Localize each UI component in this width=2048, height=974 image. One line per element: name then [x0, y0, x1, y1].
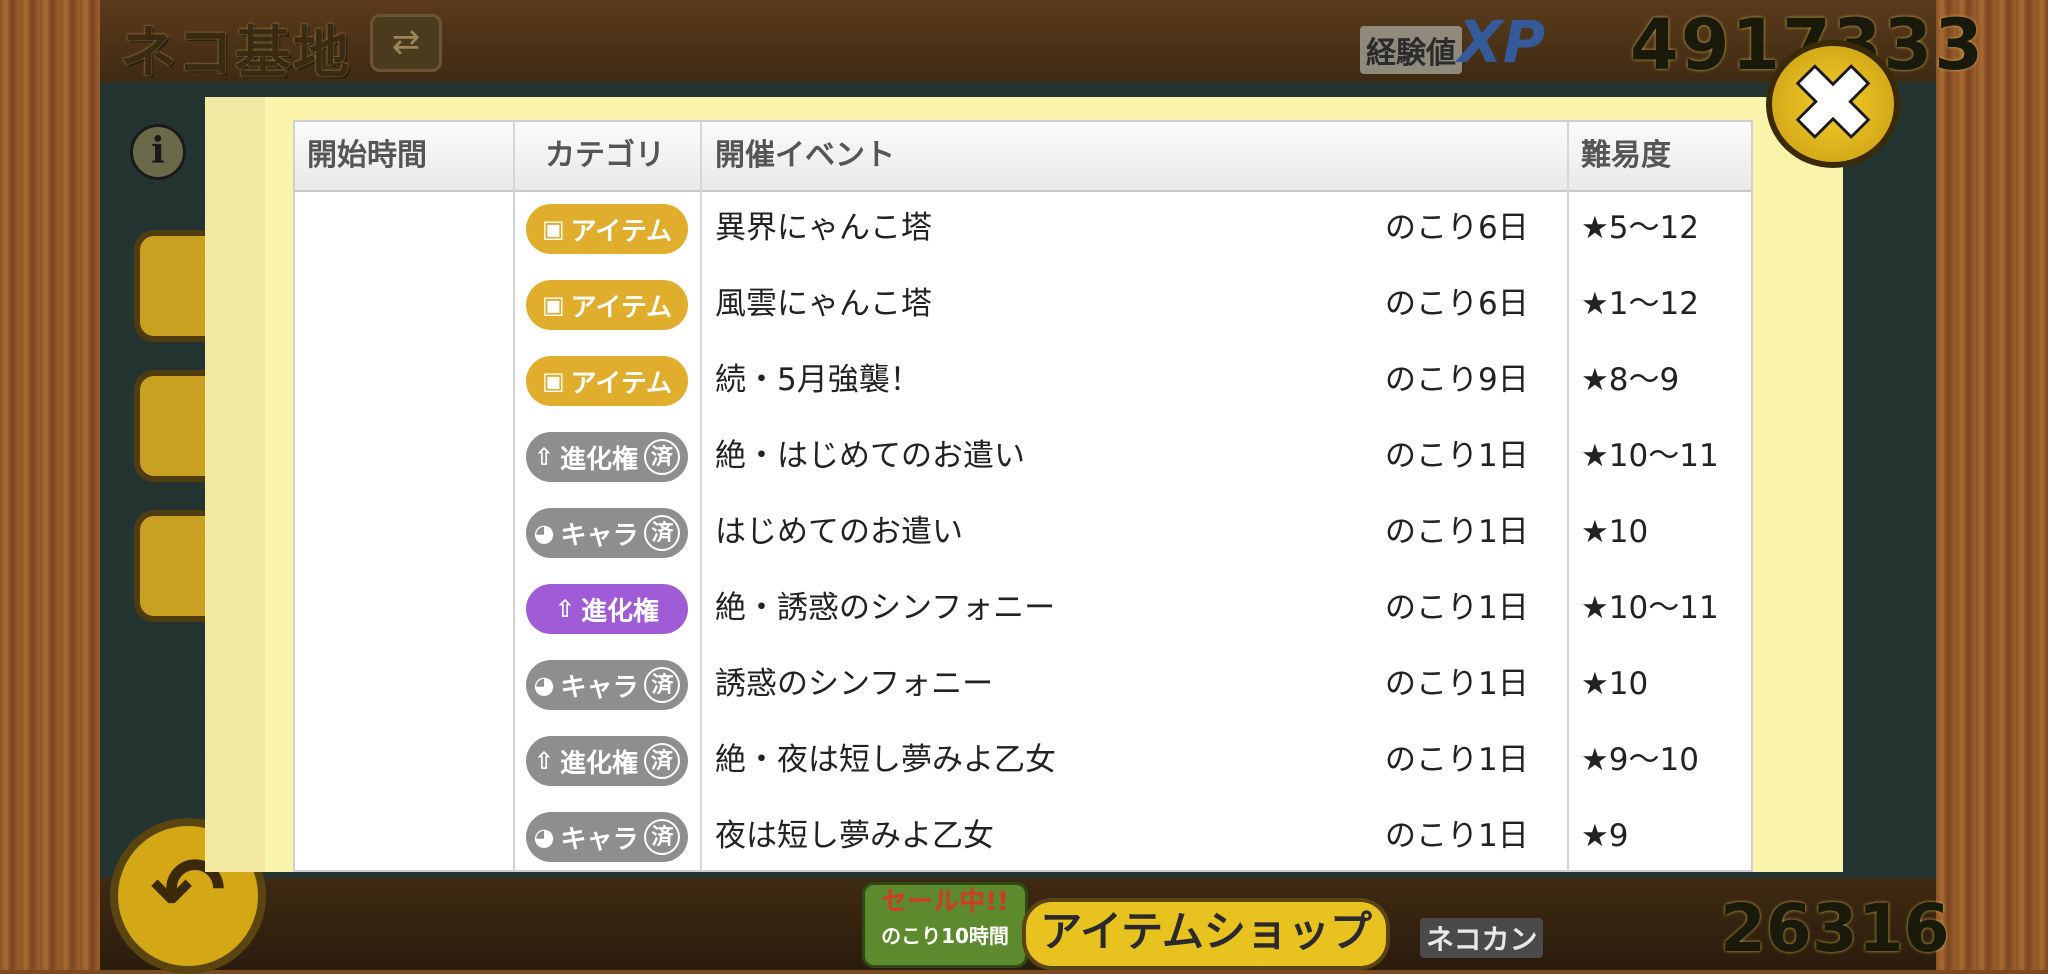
- done-mark-icon: 済: [644, 515, 681, 551]
- event-difficulty: ★5〜12: [1581, 210, 1699, 246]
- category-badge-item: ▣ アイテム: [526, 280, 688, 330]
- wood-frame-right: [1936, 0, 2048, 970]
- category-label: キャラ: [560, 672, 639, 703]
- event-name: 絶・誘惑のシンフォニー: [715, 590, 1056, 626]
- sale-badge: セール中!! のこり10時間: [862, 882, 1028, 968]
- category-badge-evolve: ⇧ 進化権済: [526, 432, 688, 482]
- sale-remaining: のこり10時間: [881, 924, 1009, 948]
- event-name: 誘惑のシンフォニー: [715, 666, 994, 702]
- close-icon: ✖: [1791, 45, 1875, 162]
- header-category: カテゴリ: [545, 138, 665, 173]
- category-label: アイテム: [570, 292, 673, 323]
- done-mark-icon: 済: [644, 439, 681, 475]
- event-difficulty: ★10〜11: [1581, 438, 1719, 474]
- event-remaining: のこり1日: [1385, 514, 1529, 550]
- category-badge-chara: ◕ キャラ済: [526, 812, 688, 862]
- event-remaining: のこり1日: [1385, 742, 1529, 778]
- event-remaining: のこり6日: [1385, 210, 1529, 246]
- table-row[interactable]: ⇧ 進化権 絶・誘惑のシンフォニー のこり1日 ★10〜11: [295, 570, 1751, 646]
- evolve-icon: ⇧: [554, 595, 576, 623]
- event-name: 続・5月強襲！: [715, 362, 921, 398]
- category-label: 進化権: [560, 444, 639, 475]
- page-title: ネコ基地: [120, 21, 351, 86]
- wood-frame-left: [0, 0, 100, 970]
- category-label: キャラ: [560, 520, 639, 551]
- xp-label: 経験値: [1360, 26, 1462, 74]
- event-name: はじめてのお遣い: [715, 514, 963, 550]
- modal-left-band: [205, 97, 265, 872]
- table-row[interactable]: ▣ アイテム 異界にゃんこ塔 のこり6日 ★5〜12: [295, 190, 1751, 266]
- event-remaining: のこり1日: [1385, 590, 1529, 626]
- done-mark-icon: 済: [644, 667, 681, 703]
- table-row[interactable]: ◕ キャラ済誘惑のシンフォニー のこり1日 ★10: [295, 646, 1751, 722]
- event-table: 開始時間 カテゴリ 開催イベント 難易度 ▣ アイテム 異界にゃんこ塔 のこり6日 ★5…: [293, 120, 1753, 872]
- event-difficulty: ★8〜9: [1581, 362, 1680, 398]
- nekokan-value: 26316: [1720, 890, 1950, 967]
- header-difficulty: 難易度: [1581, 138, 1671, 173]
- event-name: 異界にゃんこ塔: [715, 210, 932, 246]
- table-row[interactable]: ◕ キャラ済はじめてのお遣い のこり1日 ★10: [295, 494, 1751, 570]
- event-difficulty: ★10〜11: [1581, 590, 1719, 626]
- info-icon[interactable]: i: [130, 124, 186, 180]
- event-difficulty: ★10: [1581, 514, 1649, 550]
- category-badge-chara: ◕ キャラ済: [526, 660, 688, 710]
- header-start-time: 開始時間: [307, 138, 427, 173]
- event-name: 風雲にゃんこ塔: [715, 286, 932, 322]
- table-row[interactable]: ⇧ 進化権済絶・はじめてのお遣い のこり1日 ★10〜11: [295, 418, 1751, 494]
- item-icon: ▣: [541, 215, 565, 243]
- evolve-icon: ⇧: [533, 747, 555, 775]
- event-difficulty: ★9: [1581, 818, 1629, 854]
- event-remaining: のこり1日: [1385, 438, 1529, 474]
- category-badge-evolve: ⇧ 進化権: [526, 584, 688, 634]
- event-difficulty: ★9〜10: [1581, 742, 1699, 778]
- category-label: アイテム: [570, 216, 673, 247]
- category-badge-item: ▣ アイテム: [526, 356, 688, 406]
- table-row[interactable]: ▣ アイテム 続・5月強襲！ のこり9日 ★8〜9: [295, 342, 1751, 418]
- item-shop-button[interactable]: アイテムショップ: [1022, 898, 1390, 970]
- header-event: 開催イベント: [715, 138, 895, 173]
- table-row[interactable]: ▣ アイテム 風雲にゃんこ塔 のこり6日 ★1〜12: [295, 266, 1751, 342]
- event-difficulty: ★1〜12: [1581, 286, 1699, 322]
- xp-badge[interactable]: XP: [1458, 8, 1545, 76]
- done-mark-icon: 済: [644, 819, 681, 855]
- nekokan-label: ネコカン: [1420, 918, 1544, 958]
- item-icon: ▣: [541, 367, 565, 395]
- chara-icon: ◕: [533, 823, 555, 851]
- category-badge-chara: ◕ キャラ済: [526, 508, 688, 558]
- event-remaining: のこり1日: [1385, 666, 1529, 702]
- category-label: アイテム: [570, 368, 673, 399]
- evolve-icon: ⇧: [533, 443, 555, 471]
- category-badge-evolve: ⇧ 進化権済: [526, 736, 688, 786]
- close-button[interactable]: ✖: [1766, 40, 1900, 168]
- category-label: キャラ: [560, 824, 639, 855]
- chara-icon: ◕: [533, 671, 555, 699]
- event-remaining: のこり9日: [1385, 362, 1529, 398]
- done-mark-icon: 済: [644, 743, 681, 779]
- event-remaining: のこり1日: [1385, 818, 1529, 854]
- event-remaining: のこり6日: [1385, 286, 1529, 322]
- table-row[interactable]: ◕ キャラ済夜は短し夢みよ乙女 のこり1日 ★9: [295, 798, 1751, 870]
- event-difficulty: ★10: [1581, 666, 1649, 702]
- sale-text: セール中!!: [881, 887, 1009, 917]
- event-name: 絶・はじめてのお遣い: [715, 438, 1025, 474]
- event-name: 夜は短し夢みよ乙女: [715, 818, 994, 854]
- table-row[interactable]: ⇧ 進化権済絶・夜は短し夢みよ乙女 のこり1日 ★9〜10: [295, 722, 1751, 798]
- swap-icon[interactable]: ⇄: [370, 14, 442, 72]
- event-name: 絶・夜は短し夢みよ乙女: [715, 742, 1056, 778]
- category-badge-item: ▣ アイテム: [526, 204, 688, 254]
- category-label: 進化権: [560, 748, 639, 779]
- category-label: 進化権: [581, 596, 660, 627]
- chara-icon: ◕: [533, 519, 555, 547]
- item-icon: ▣: [541, 291, 565, 319]
